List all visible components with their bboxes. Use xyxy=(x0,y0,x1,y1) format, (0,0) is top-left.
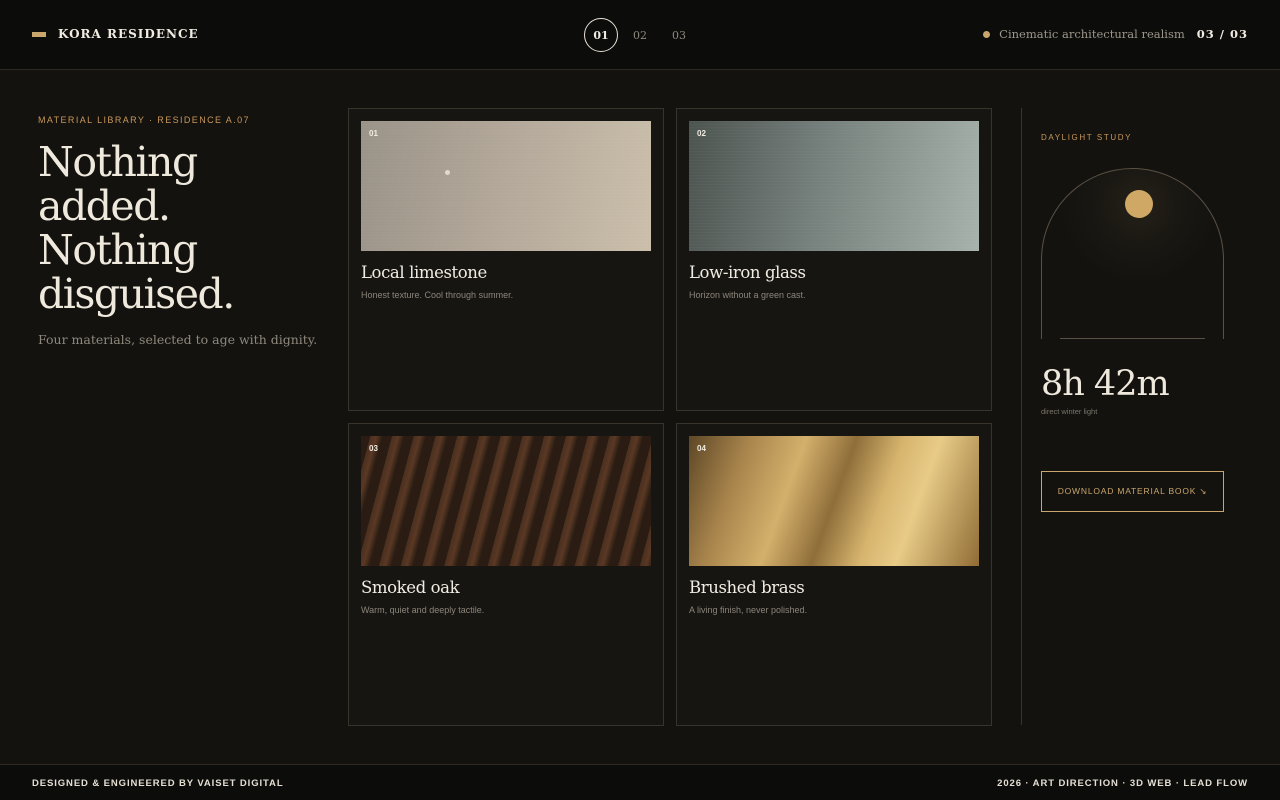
top-bar: KORA RESIDENCE 01 02 03 Cinematic archit… xyxy=(0,0,1280,70)
card-number: 01 xyxy=(369,129,378,138)
swatch-texture xyxy=(361,121,651,251)
brand-name: KORA RESIDENCE xyxy=(58,27,199,41)
brand-mark-icon xyxy=(32,31,46,37)
section-eyebrow: MATERIAL LIBRARY · RESIDENCE A.07 xyxy=(38,115,250,125)
card-description: Horizon without a green cast. xyxy=(689,290,806,300)
material-card-glass[interactable]: 02 Low-iron glass Horizon without a gree… xyxy=(676,108,992,411)
swatch-texture xyxy=(689,121,979,251)
footer: DESIGNED & ENGINEERED BY VAISET DIGITAL … xyxy=(0,764,1280,800)
sun-icon xyxy=(1125,190,1153,218)
card-title: Brushed brass xyxy=(689,578,805,597)
step-01[interactable]: 01 xyxy=(584,18,618,52)
download-material-book-button[interactable]: DOWNLOAD MATERIAL BOOK ↘ xyxy=(1041,471,1224,512)
title-line-1: Nothing xyxy=(38,138,198,186)
page-title: Nothing added. Nothing disguised. xyxy=(38,140,328,316)
card-description: Warm, quiet and deeply tactile. xyxy=(361,605,485,615)
material-card-oak[interactable]: 03 Smoked oak Warm, quiet and deeply tac… xyxy=(348,423,664,726)
header-meta: Cinematic architectural realism 03 / 03 xyxy=(983,27,1248,41)
arch-baseline xyxy=(1060,338,1205,339)
title-line-4: disguised. xyxy=(38,270,235,318)
status-dot-icon xyxy=(983,30,991,38)
daylight-duration: 8h 42m xyxy=(1041,364,1170,404)
footer-services: 2026 · ART DIRECTION · 3D WEB · LEAD FLO… xyxy=(997,778,1248,789)
glass-swatch: 02 xyxy=(689,121,979,251)
step-03[interactable]: 03 xyxy=(662,18,696,52)
intro-subline: Four materials, selected to age with dig… xyxy=(38,332,318,347)
card-title: Local limestone xyxy=(361,263,487,282)
footer-credit: DESIGNED & ENGINEERED BY VAISET DIGITAL xyxy=(32,778,284,789)
title-line-3: Nothing xyxy=(38,226,198,274)
cursor-dot-icon xyxy=(445,170,450,175)
material-card-limestone[interactable]: 01 Local limestone Honest texture. Cool … xyxy=(348,108,664,411)
daylight-caption: direct winter light xyxy=(1041,407,1098,416)
tagline: Cinematic architectural realism xyxy=(999,27,1185,41)
page-counter: 03 / 03 xyxy=(1196,27,1248,41)
card-title: Smoked oak xyxy=(361,578,460,597)
limestone-swatch: 01 xyxy=(361,121,651,251)
page: KORA RESIDENCE 01 02 03 Cinematic archit… xyxy=(0,0,1280,800)
brass-swatch: 04 xyxy=(689,436,979,566)
step-navigation: 01 02 03 xyxy=(584,18,701,52)
card-description: A living finish, never polished. xyxy=(689,605,808,615)
daylight-arch-illustration xyxy=(1041,168,1224,339)
card-number: 02 xyxy=(697,129,706,138)
title-line-2: added. xyxy=(38,182,171,230)
step-02[interactable]: 02 xyxy=(623,18,657,52)
card-description: Honest texture. Cool through summer. xyxy=(361,290,514,300)
brand[interactable]: KORA RESIDENCE xyxy=(32,27,199,41)
daylight-label: DAYLIGHT STUDY xyxy=(1041,133,1133,142)
card-number: 03 xyxy=(369,444,378,453)
material-card-brass[interactable]: 04 Brushed brass A living finish, never … xyxy=(676,423,992,726)
oak-swatch: 03 xyxy=(361,436,651,566)
card-number: 04 xyxy=(697,444,706,453)
panel-divider xyxy=(1021,108,1022,725)
card-title: Low-iron glass xyxy=(689,263,806,282)
